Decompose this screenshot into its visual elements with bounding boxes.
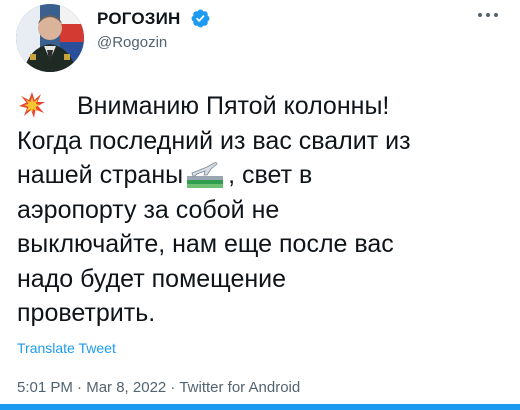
tweet-line-1: Вниманию Пятой колонны! (77, 92, 390, 120)
tweet-line-5: выключайте, нам еще после вас (17, 230, 394, 258)
tweet-date[interactable]: Mar 8, 2022 (86, 379, 166, 396)
tweet-line: Вниманию Пятой колонны! (17, 89, 507, 124)
tweet-line-4: аэропорту за собой не (17, 195, 280, 224)
airplane-departure-emoji-icon (187, 162, 224, 188)
tweet-meta: 5:01 PM · Mar 8, 2022 · Twitter for Andr… (17, 379, 300, 396)
tweet-line-3a: нашей страны (17, 161, 184, 189)
tweet-time[interactable]: 5:01 PM (17, 379, 73, 396)
handle[interactable]: @Rogozin (97, 34, 167, 51)
display-name[interactable]: РОГОЗИН (97, 9, 181, 29)
translate-tweet-link[interactable]: Translate Tweet (17, 340, 116, 356)
tweet-line-6: надо будет помещение (17, 264, 287, 293)
tweet-line-3b: , свет в (228, 161, 313, 189)
more-options-icon[interactable] (478, 11, 498, 19)
tweet-text: Вниманию Пятой колонны! Когда последний … (17, 89, 507, 331)
separator: · (166, 379, 180, 396)
verified-badge-icon (191, 9, 210, 28)
dot-icon (494, 13, 498, 17)
dot-icon (478, 13, 482, 17)
avatar[interactable] (16, 4, 84, 72)
avatar-image (16, 4, 84, 72)
tweet-line: нашей страны , свет в (17, 158, 507, 193)
tweet-line-7: проветрить. (17, 299, 156, 327)
collision-emoji-icon (19, 92, 45, 118)
bottom-accent-bar (0, 404, 520, 410)
dot-icon (486, 13, 490, 17)
tweet-line-2: Когда последний из вас свалит из (17, 126, 411, 155)
tweet-source[interactable]: Twitter for Android (179, 379, 300, 396)
separator: · (72, 379, 87, 396)
